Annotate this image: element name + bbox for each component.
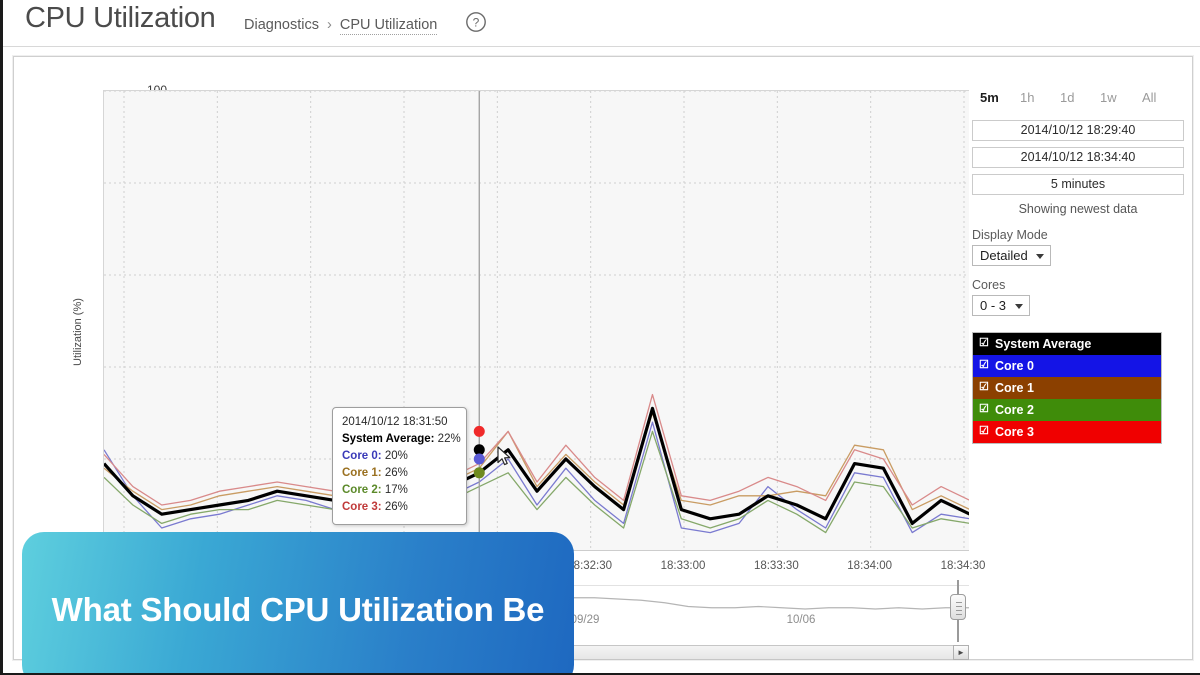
tooltip-timestamp: 2014/10/12 18:31:50 [342, 416, 448, 428]
legend-item-core-3[interactable]: ☑ Core 3 [973, 421, 1161, 443]
legend-item-core-2[interactable]: ☑ Core 2 [973, 399, 1161, 421]
content-panel: Utilization (%) 020406080100 18:30:0018:… [13, 56, 1193, 673]
tooltip-row-value: 26% [381, 467, 408, 479]
breadcrumb-current[interactable]: CPU Utilization [339, 17, 438, 35]
time-range-tab-1d[interactable]: 1d [1060, 90, 1074, 105]
breadcrumb: Diagnostics › CPU Utilization [244, 17, 438, 35]
overlay-banner-text: What Should CPU Utilization Be [51, 591, 545, 628]
tooltip-row-value: 22% [434, 433, 461, 445]
legend-item-label: Core 2 [995, 403, 1034, 417]
showing-newest-data-note: Showing newest data [1018, 202, 1138, 216]
page-header: CPU Utilization Diagnostics › CPU Utiliz… [3, 0, 1200, 47]
tooltip-row: Core 1: 26% [342, 465, 457, 482]
plot-area[interactable] [103, 90, 969, 550]
legend-item-label: Core 1 [995, 381, 1034, 395]
x-axis-tick: 18:34:30 [940, 560, 986, 572]
y-axis-title: Utilization (%) [72, 298, 84, 366]
tooltip-row-key: Core 1: [342, 467, 382, 479]
time-range-tab-1w[interactable]: 1w [1100, 90, 1117, 105]
checkbox-checked-icon[interactable]: ☑ [979, 360, 989, 371]
legend-item-label: System Average [995, 337, 1092, 351]
tooltip-row: System Average: 22% [342, 431, 461, 448]
checkbox-checked-icon[interactable]: ☑ [979, 404, 989, 415]
duration-field[interactable]: 5 minutes [972, 174, 1184, 195]
breadcrumb-parent[interactable]: Diagnostics [244, 17, 319, 33]
end-time-field[interactable]: 2014/10/12 18:34:40 [972, 147, 1184, 168]
tooltip-row-value: 17% [381, 484, 408, 496]
tooltip-row-key: Core 3: [342, 501, 382, 513]
chart-tooltip: 2014/10/12 18:31:50 System Average: 22% C… [332, 407, 467, 525]
tooltip-row: Core 0: 20% [342, 448, 457, 465]
cores-select[interactable]: 0 - 3 [972, 295, 1030, 316]
display-mode-value: Detailed [980, 248, 1028, 263]
chevron-down-icon [1035, 254, 1044, 259]
x-axis-tick: 18:33:00 [660, 560, 706, 572]
display-mode-label: Display Mode [972, 228, 1048, 242]
x-axis-tick: 18:33:30 [753, 560, 799, 572]
minimap-grip-icon[interactable] [950, 594, 966, 620]
chart-svg [104, 91, 969, 550]
checkbox-checked-icon[interactable]: ☑ [979, 426, 989, 437]
legend-item-label: Core 3 [995, 425, 1034, 439]
legend-item-core-0[interactable]: ☑ Core 0 [973, 355, 1161, 377]
legend-item-core-1[interactable]: ☑ Core 1 [973, 377, 1161, 399]
cores-label: Cores [972, 278, 1006, 292]
time-range-tab-all[interactable]: All [1142, 90, 1156, 105]
breadcrumb-separator: › [326, 17, 332, 33]
time-range-tabs: 5m 1h 1d 1w All [972, 90, 1184, 114]
legend-item-system-average[interactable]: ☑ System Average [973, 333, 1161, 355]
app-root: CPU Utilization Diagnostics › CPU Utiliz… [0, 0, 1200, 675]
mouse-cursor-icon [497, 446, 513, 473]
minimap-date-label: 09/29 [570, 614, 600, 626]
tooltip-row: Core 3: 26% [342, 499, 457, 516]
x-axis-tick: 18:34:00 [847, 560, 893, 572]
tooltip-row: Core 2: 17% [342, 482, 457, 499]
time-range-tab-5m[interactable]: 5m [980, 90, 999, 105]
tooltip-row-key: Core 0: [342, 450, 382, 462]
tooltip-row-key: System Average: [342, 433, 435, 445]
checkbox-checked-icon[interactable]: ☑ [979, 338, 989, 349]
tooltip-rows: System Average: 22% Core 0: 20% Core 1: 26… [342, 431, 461, 516]
tooltip-row-key: Core 2: [342, 484, 382, 496]
minimap-date-label: 10/06 [786, 614, 816, 626]
tooltip-row-value: 26% [381, 501, 408, 513]
cores-value: 0 - 3 [980, 298, 1007, 313]
scroll-right-button[interactable]: ► [953, 645, 969, 660]
page-title: CPU Utilization [25, 2, 216, 34]
minimap-range-handle[interactable] [950, 580, 966, 642]
overlay-banner: What Should CPU Utilization Be [22, 532, 574, 673]
checkbox-checked-icon[interactable]: ☑ [979, 382, 989, 393]
time-range-tab-1h[interactable]: 1h [1020, 90, 1034, 105]
tooltip-row-value: 20% [381, 450, 408, 462]
display-mode-select[interactable]: Detailed [972, 245, 1051, 266]
chevron-down-icon [1015, 304, 1023, 309]
svg-text:?: ? [473, 16, 480, 30]
question-circle-icon[interactable]: ? [465, 11, 487, 33]
series-legend: ☑ System Average ☑ Core 0 ☑ Core 1 ☑ Core 2 ☑ Cor… [972, 332, 1162, 444]
legend-item-label: Core 0 [995, 359, 1034, 373]
chart-controls-sidebar: 5m 1h 1d 1w All 2014/10/12 18:29:40 2014/10/… [972, 90, 1184, 444]
start-time-field[interactable]: 2014/10/12 18:29:40 [972, 120, 1184, 141]
